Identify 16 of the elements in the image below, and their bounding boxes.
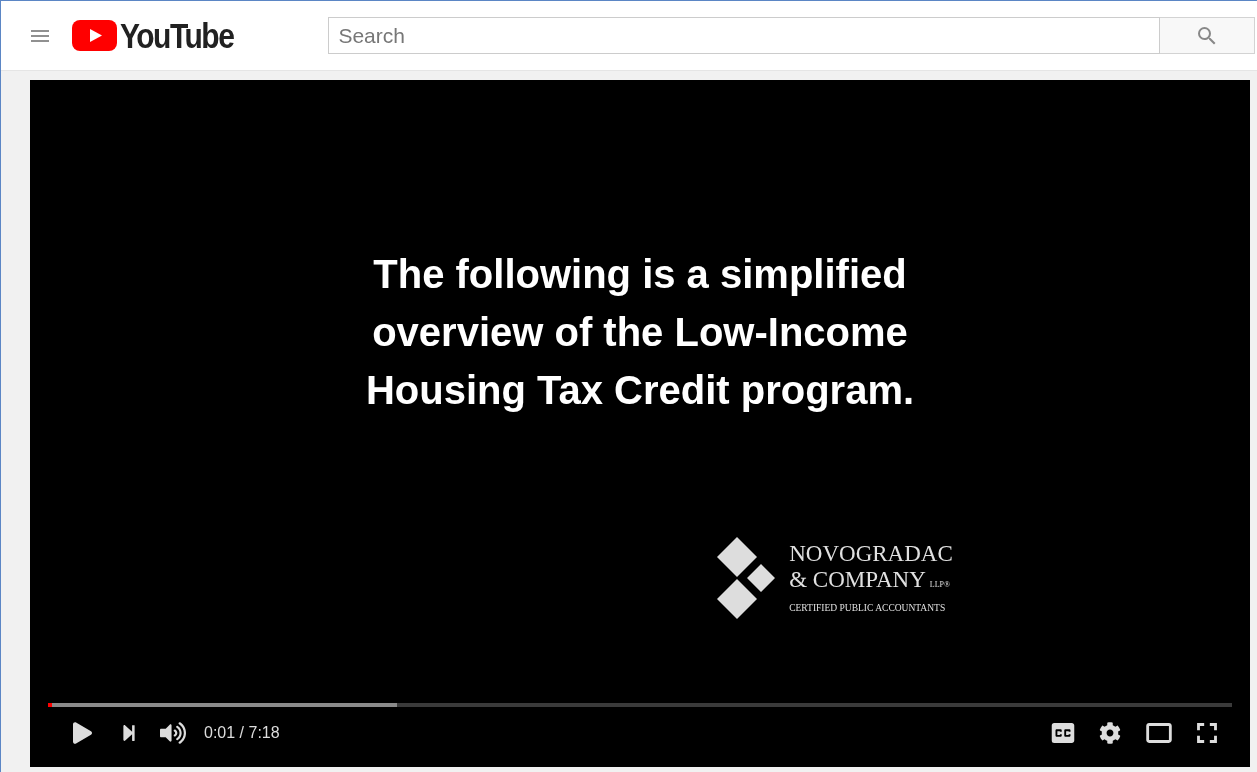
company-tagline: CERTIFIED PUBLIC ACCOUNTANTS (789, 601, 947, 615)
speaker-icon (160, 720, 186, 746)
time-display: 0:01 / 7:18 (204, 723, 280, 743)
progress-bar[interactable] (48, 703, 1232, 707)
next-icon (120, 724, 138, 742)
company-name: NOVOGRADAC (789, 540, 953, 567)
play-icon (72, 722, 92, 744)
logo-text[interactable]: YouTube (120, 9, 234, 62)
company-suffix: LLP® (929, 578, 951, 591)
video-player[interactable]: The following is a simplified overview of the Low-Income Housing Tax Credit program. NOVOGRADAC & COMPANY LLP® CERTIFIED PUBLIC ACCOUNTANTS 0:01 / 7:18 (30, 80, 1250, 767)
gear-icon (1099, 722, 1121, 744)
company-name: & COMPANY (789, 566, 926, 593)
search-field[interactable]: Search (328, 17, 1161, 54)
play-button[interactable] (70, 721, 94, 745)
slide-text: The following is a simplified overview of the Low-Income Housing Tax Credit program. (364, 251, 916, 414)
play-logo-icon (72, 20, 117, 51)
